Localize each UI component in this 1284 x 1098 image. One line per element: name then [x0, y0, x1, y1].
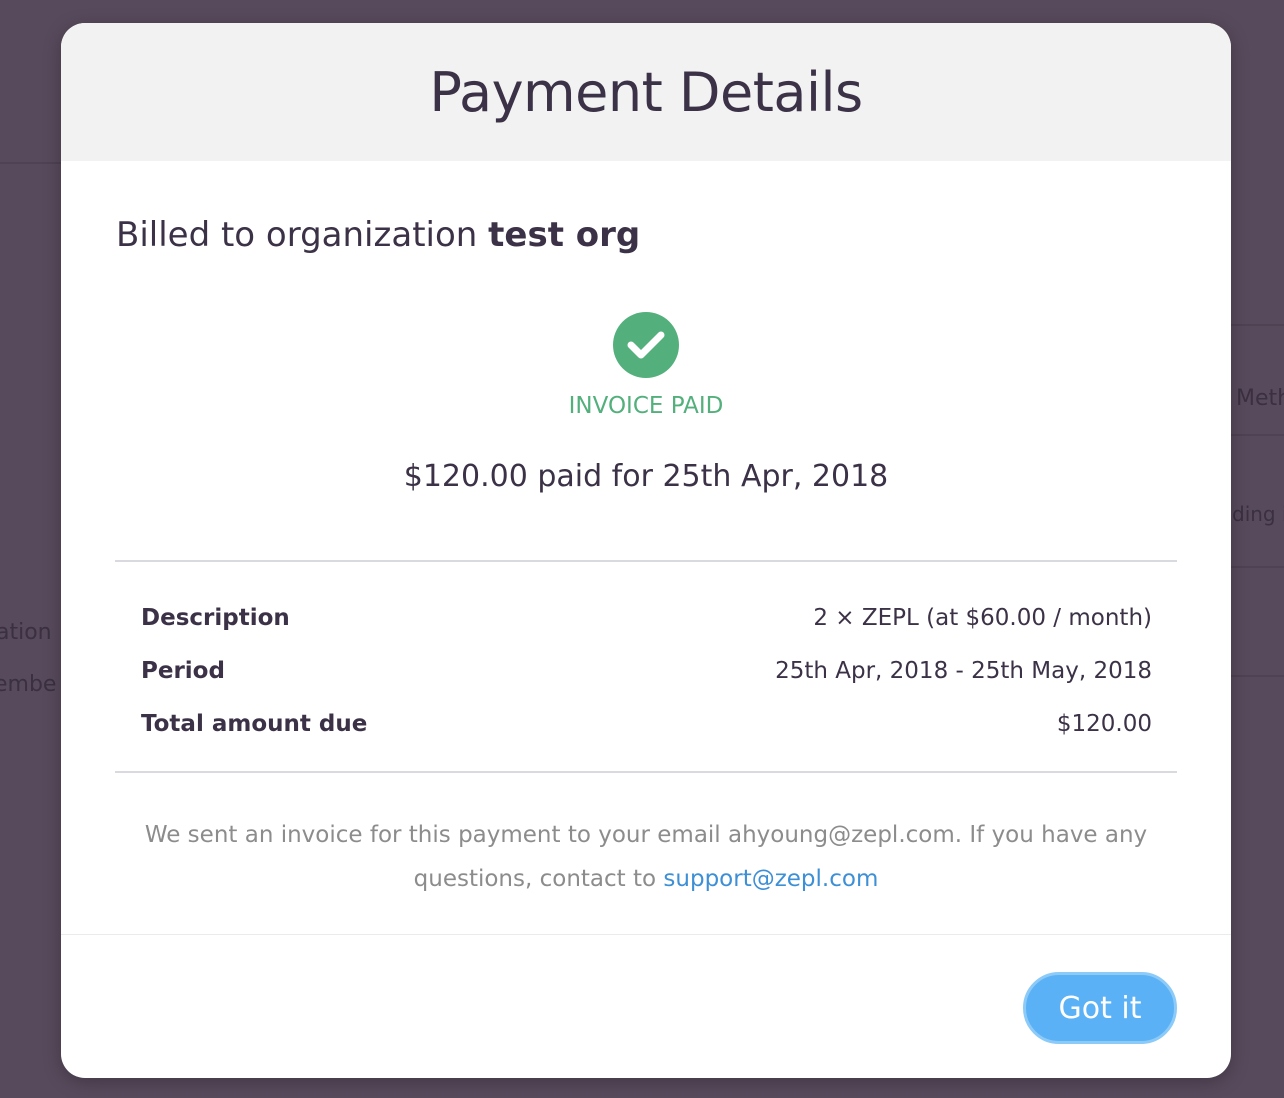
- bg-text-fragment: Meth: [1236, 386, 1284, 411]
- payment-details-modal: Payment Details Billed to organization t…: [61, 23, 1231, 1078]
- billed-prefix: Billed to organization: [116, 215, 478, 255]
- modal-title: Payment Details: [429, 60, 863, 124]
- bg-divider: [1231, 434, 1284, 436]
- modal-header: Payment Details: [61, 23, 1231, 161]
- invoice-details: Description 2 × ZEPL (at $60.00 / month)…: [141, 591, 1152, 750]
- bg-divider: [1231, 324, 1284, 326]
- invoice-note: We sent an invoice for this payment to y…: [121, 813, 1171, 901]
- divider: [115, 771, 1177, 773]
- detail-value: 2 × ZEPL (at $60.00 / month): [813, 604, 1152, 631]
- detail-label: Total amount due: [141, 710, 368, 737]
- billed-to-line: Billed to organization test org: [116, 215, 640, 255]
- divider: [115, 560, 1177, 562]
- organization-name: test org: [488, 215, 641, 255]
- bg-text-fragment: ation: [0, 620, 52, 645]
- detail-value: $120.00: [1056, 710, 1152, 737]
- detail-row-period: Period 25th Apr, 2018 - 25th May, 2018: [141, 644, 1152, 697]
- bg-divider: [1231, 675, 1284, 677]
- bg-divider: [0, 162, 61, 164]
- got-it-button[interactable]: Got it: [1023, 972, 1177, 1044]
- footer-divider: [61, 934, 1231, 935]
- detail-value: 25th Apr, 2018 - 25th May, 2018: [775, 657, 1152, 684]
- bg-text-fragment: ding i: [1232, 502, 1284, 526]
- detail-row-description: Description 2 × ZEPL (at $60.00 / month): [141, 591, 1152, 644]
- paid-summary: $120.00 paid for 25th Apr, 2018: [403, 459, 889, 494]
- detail-label: Description: [141, 604, 290, 631]
- bg-text-fragment: embe: [0, 672, 57, 697]
- invoice-status-label: INVOICE PAID: [568, 393, 724, 419]
- detail-label: Period: [141, 657, 225, 684]
- support-email-link[interactable]: support@zepl.com: [663, 866, 878, 892]
- check-circle-icon: [613, 312, 679, 378]
- note-text: We sent an invoice for this payment to y…: [144, 822, 1148, 892]
- bg-divider: [1231, 566, 1284, 568]
- detail-row-total: Total amount due $120.00: [141, 697, 1152, 750]
